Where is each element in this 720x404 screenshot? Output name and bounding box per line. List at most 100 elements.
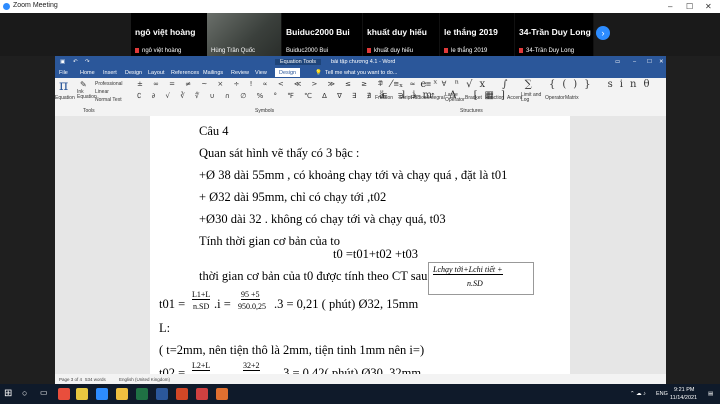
participant-name: ngô việt hoàng: [135, 27, 196, 37]
word-icon[interactable]: [156, 388, 168, 400]
tell-me-search[interactable]: Tell me what you want to do...: [325, 70, 397, 76]
minimize-icon[interactable]: –: [668, 2, 672, 11]
redo-icon[interactable]: ↷: [85, 59, 90, 65]
zoom-taskbar-icon[interactable]: [96, 388, 108, 400]
fraction-numerator: L2+L: [192, 361, 211, 371]
linear-option[interactable]: Linear: [95, 89, 109, 95]
participant-name: le thắng 2019: [444, 27, 498, 37]
ink-equation-icon[interactable]: ✎: [80, 80, 87, 89]
participant-video-tile[interactable]: Hùng Trần Quốc: [207, 13, 282, 56]
accent-button[interactable]: Accent: [507, 95, 522, 101]
contextual-tab-label: Equation Tools: [275, 59, 321, 65]
formula-denominator: n.SD: [467, 279, 483, 288]
muted-mic-icon: [444, 47, 448, 53]
tray-icons[interactable]: ⌃ ☁ ♪: [630, 391, 646, 397]
doc-line: ( t=2mm, nên tiện thô là 2mm, tiện tinh …: [159, 343, 425, 357]
muted-mic-icon: [135, 47, 139, 53]
close-icon[interactable]: ✕: [705, 2, 712, 11]
tab-references[interactable]: References: [171, 70, 199, 76]
close-icon[interactable]: ✕: [659, 59, 664, 65]
equation-button[interactable]: Equation: [55, 95, 75, 101]
clock-time[interactable]: 9:21 PM: [674, 387, 694, 393]
ink-equation-button[interactable]: Ink Equation: [77, 90, 97, 100]
fraction-button[interactable]: Fraction: [375, 95, 393, 101]
pi-equation-icon[interactable]: π: [59, 78, 68, 94]
participant-tile[interactable]: ngô việt hoàng ngô việt hoàng: [131, 13, 208, 56]
equation-editor-box[interactable]: Lchạy tới+Lchi tiết + n.SD: [428, 262, 534, 295]
document-page[interactable]: Câu 4 Quan sát hình vẽ thấy có 3 bậc : +…: [150, 116, 570, 380]
search-icon[interactable]: ○: [22, 388, 34, 400]
tab-home[interactable]: Home: [80, 70, 95, 76]
participant-label: Buiduc2000 Bui: [286, 48, 329, 54]
ribbon-options-icon[interactable]: ▭: [615, 59, 620, 65]
tab-layout[interactable]: Layout: [148, 70, 165, 76]
radical-button[interactable]: Radical: [411, 95, 428, 101]
app-icon[interactable]: [216, 388, 228, 400]
professional-option[interactable]: Professional: [95, 81, 123, 87]
fraction-numerator: 95 +5: [241, 290, 260, 300]
participant-label: khuất duy hiếu: [374, 48, 414, 54]
minimize-icon[interactable]: –: [633, 59, 636, 65]
bracket-button[interactable]: Bracket: [465, 95, 482, 101]
muted-mic-icon: [367, 47, 371, 53]
participant-tile[interactable]: khuất duy hiếu khuất duy hiếu: [363, 13, 440, 56]
participant-tile[interactable]: 34-Trần Duy Long 34-Trần Duy Long: [515, 13, 594, 56]
app-icon[interactable]: [196, 388, 208, 400]
notification-icon[interactable]: ▤: [708, 391, 713, 397]
participant-name: Buiduc2000 Bui: [286, 27, 350, 37]
lightbulb-icon: 💡: [315, 70, 322, 76]
participant-tile[interactable]: Buiduc2000 Bui Buiduc2000 Bui: [282, 13, 363, 56]
word-count[interactable]: 534 words: [85, 377, 106, 382]
tab-design[interactable]: Design: [125, 70, 142, 76]
matrix-button[interactable]: Matrix: [565, 95, 579, 101]
function-button[interactable]: Function: [485, 95, 504, 101]
formula-numerator: Lchạy tới+Lchi tiết +: [433, 265, 503, 275]
tab-view[interactable]: View: [255, 70, 267, 76]
limit-and-log-button[interactable]: Limit and Log: [521, 93, 543, 103]
doc-line: Quan sát hình vẽ thấy có 3 bậc :: [199, 146, 360, 160]
file-explorer-icon[interactable]: [116, 388, 128, 400]
app-icon[interactable]: [58, 388, 70, 400]
participant-label: ngô việt hoàng: [142, 48, 182, 54]
language-indicator[interactable]: ENG: [656, 391, 668, 397]
chrome-icon[interactable]: [76, 388, 88, 400]
save-icon[interactable]: ▣: [60, 59, 65, 65]
participant-name: khuất duy hiếu: [367, 27, 427, 37]
script-button[interactable]: Script: [399, 95, 412, 101]
maximize-icon[interactable]: ☐: [647, 59, 652, 65]
page-count[interactable]: Page 3 of 4: [59, 377, 82, 382]
powerpoint-icon[interactable]: [176, 388, 188, 400]
tab-mailings[interactable]: Mailings: [203, 70, 223, 76]
excel-icon[interactable]: [136, 388, 148, 400]
maximize-icon[interactable]: ☐: [686, 2, 693, 11]
muted-mic-icon: [519, 47, 523, 53]
structures-group-label: Structures: [460, 108, 483, 114]
large-operator-button[interactable]: Large Operator: [445, 93, 465, 103]
doc-line: +Ø30 dài 32 . không có chạy tới và chạy …: [199, 212, 446, 226]
windows-start-icon[interactable]: ⊞: [4, 388, 16, 400]
normal-text-option[interactable]: Normal Text: [95, 97, 122, 103]
doc-line-heading: Câu 4: [199, 124, 229, 138]
undo-icon[interactable]: ↶: [73, 59, 78, 65]
tab-equation-design[interactable]: Design: [275, 68, 301, 77]
doc-line: Tính thời gian cơ bản của to: [199, 234, 340, 248]
operator-button[interactable]: Operator: [545, 95, 565, 101]
tab-insert[interactable]: Insert: [103, 70, 117, 76]
ribbon-body: π Equation ✎ Ink Equation Professional L…: [55, 78, 666, 117]
clock-date[interactable]: 11/14/2021: [670, 395, 697, 401]
doc-line: +Ø 38 dài 55mm , có khoảng chạy tới và c…: [199, 168, 508, 182]
language-indicator[interactable]: English (United Kingdom): [119, 377, 170, 382]
task-view-icon[interactable]: ▭: [40, 388, 52, 400]
tab-file[interactable]: File: [59, 70, 68, 76]
doc-line-t01: t01 =: [159, 297, 186, 311]
participant-tile[interactable]: le thắng 2019 le thắng 2019: [440, 13, 515, 56]
integral-button[interactable]: Integral: [428, 95, 445, 101]
tools-group-label: Tools: [83, 108, 95, 114]
next-page-button[interactable]: ›: [596, 26, 610, 40]
tab-review[interactable]: Review: [231, 70, 249, 76]
fraction-denominator: n.SD: [193, 302, 210, 311]
doc-line-i: .i =: [214, 297, 231, 311]
participant-label: 34-Trần Duy Long: [526, 48, 575, 54]
zoom-window-title: Zoom Meeting: [13, 2, 58, 9]
zoom-app-icon: [3, 3, 10, 10]
